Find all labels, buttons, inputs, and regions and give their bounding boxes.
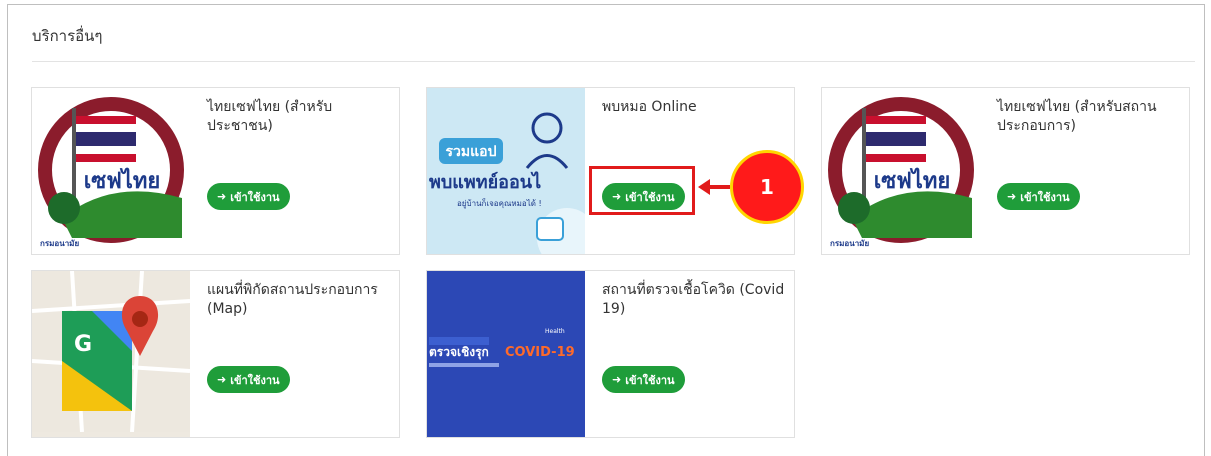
logo-caption: กรมอนามัย	[830, 239, 869, 248]
enter-button-label: เข้าใช้งาน	[625, 373, 675, 387]
service-card-covid-testing: Health ตรวจเชิงรุก COVID-19 สถานที่ตรวจเ…	[426, 270, 795, 438]
sign-in-icon: ➜	[1007, 190, 1017, 203]
sign-in-icon: ➜	[217, 190, 227, 203]
thai-save-thai-logo-image: เซฟไทย กรมอนามัย	[822, 88, 980, 254]
sign-in-icon: ➜	[612, 373, 622, 386]
enter-button-label: เข้าใช้งาน	[230, 373, 280, 387]
promo-text: ตรวจเชิงรุก	[429, 345, 489, 360]
google-maps-image: G	[32, 271, 190, 437]
highlight-box	[589, 166, 695, 215]
doctor-online-promo-image: รวมแอป พบแพทย์ออนไ อยู่บ้านก็เจอคุณหมอได…	[427, 88, 585, 254]
card-title: แผนที่พิกัดสถานประกอบการ (Map)	[207, 282, 378, 317]
enter-button[interactable]: ➜ เข้าใช้งาน	[602, 366, 685, 393]
promo-headline: พบแพทย์ออนไ	[429, 171, 541, 193]
arrow-line	[708, 185, 730, 189]
promo-text: รวมแอป	[446, 144, 497, 160]
enter-button[interactable]: ➜ เข้าใช้งาน	[997, 183, 1080, 210]
thai-save-thai-logo-image: เซฟไทย กรมอนามัย	[32, 88, 190, 254]
promo-headline: COVID-19	[505, 345, 575, 360]
promo-caption: อยู่บ้านก็เจอคุณหมอได้ !	[457, 198, 542, 209]
step-number-badge: 1	[730, 150, 804, 224]
enter-button-label: เข้าใช้งาน	[230, 190, 280, 204]
logo-caption: กรมอนามัย	[40, 239, 79, 248]
sign-in-icon: ➜	[217, 373, 227, 386]
card-title: สถานที่ตรวจเชื้อโควิด (Covid 19)	[602, 282, 785, 317]
logo-text: เซฟไทย	[874, 167, 950, 194]
enter-button[interactable]: ➜ เข้าใช้งาน	[207, 183, 290, 210]
promo-caption: Health	[545, 328, 565, 335]
card-title: ไทยเซฟไทย (สำหรับสถานประกอบการ)	[997, 99, 1157, 134]
covid-testing-promo-image: Health ตรวจเชิงรุก COVID-19	[427, 271, 585, 437]
enter-button[interactable]: ➜ เข้าใช้งาน	[207, 366, 290, 393]
service-card-thai-save-thai-citizen: เซฟไทย กรมอนามัย ไทยเซฟไทย (สำหรับประชาช…	[31, 87, 400, 255]
divider	[32, 61, 1195, 62]
panel-title: บริการอื่นๆ	[32, 27, 103, 45]
card-title: พบหมอ Online	[602, 99, 697, 115]
card-title: ไทยเซฟไทย (สำหรับประชาชน)	[207, 99, 333, 134]
enter-button-label: เข้าใช้งาน	[1020, 190, 1070, 204]
service-card-thai-save-thai-business: เซฟไทย กรมอนามัย ไทยเซฟไทย (สำหรับสถานปร…	[821, 87, 1190, 255]
maps-logo-letter: G	[74, 332, 92, 357]
logo-text: เซฟไทย	[84, 167, 160, 194]
service-card-business-map: G แผนที่พิกัดสถานประกอบการ (Map) ➜ เข้าใ…	[31, 270, 400, 438]
